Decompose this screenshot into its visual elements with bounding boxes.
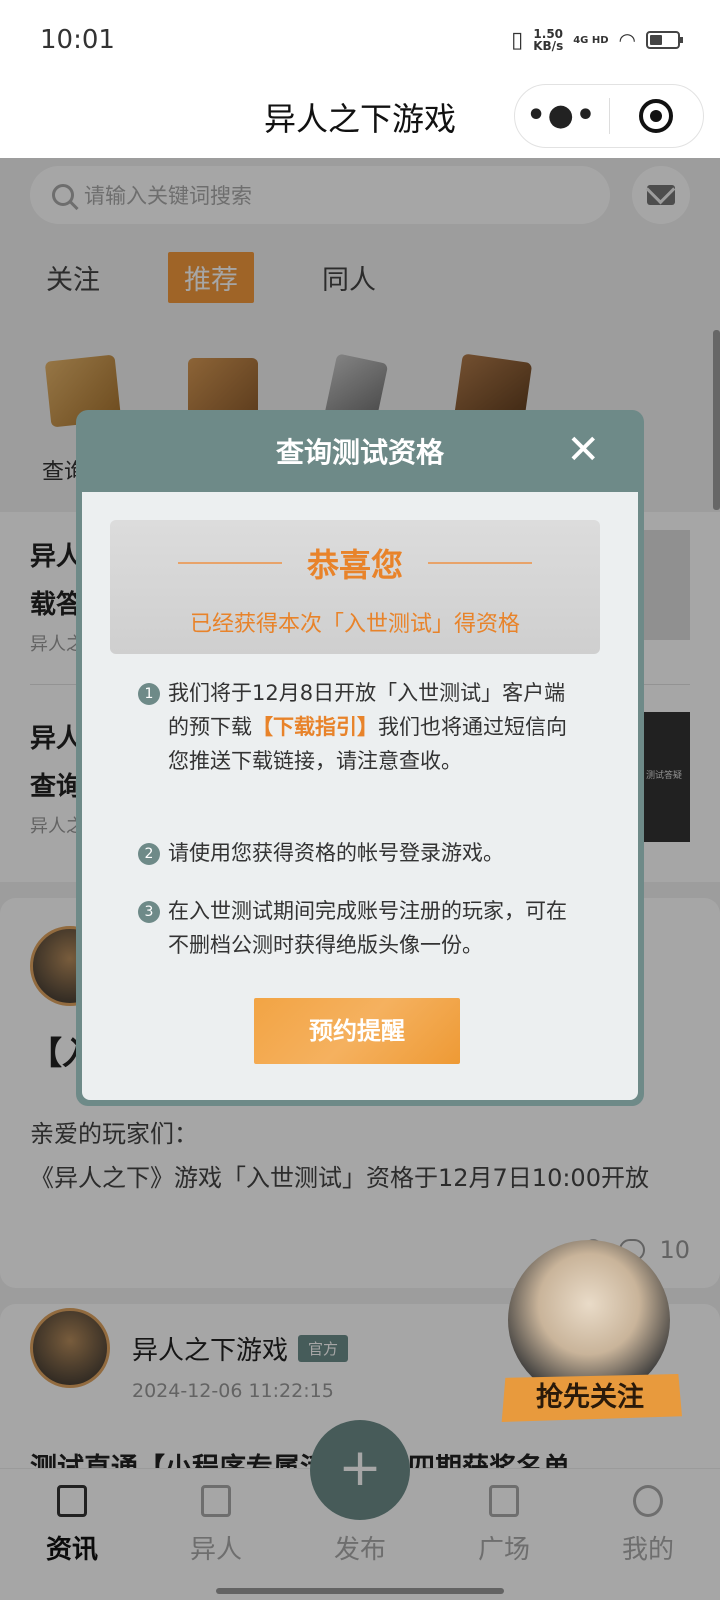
rule-item: 3 在入世测试期间完成账号注册的玩家，可在不删档公测时获得绝版头像一份。 bbox=[138, 894, 578, 962]
congrats-banner: 恭喜您 已经获得本次「入世测试」得资格 bbox=[110, 520, 600, 654]
rule-number: 1 bbox=[138, 683, 160, 705]
rule-item: 2 请使用您获得资格的帐号登录游戏。 bbox=[138, 836, 578, 870]
status-time: 10:01 bbox=[40, 25, 115, 55]
rule-text: 请使用您获得资格的帐号登录游戏。 bbox=[168, 841, 504, 865]
status-icons: ▯ 1.50 KB/s 4G HD ◠ bbox=[511, 27, 683, 53]
congrats-subtitle: 已经获得本次「入世测试」得资格 bbox=[189, 612, 520, 637]
rule-text: 我们将于12月8日开放「入世测试」客户端的预下载【下载指引】我们也将通过短信向您… bbox=[168, 681, 567, 773]
modal-header: 查询测试资格 ✕ bbox=[82, 410, 638, 492]
more-button[interactable]: •●• bbox=[515, 101, 609, 131]
reserve-reminder-button[interactable]: 预约提醒 bbox=[254, 998, 460, 1064]
network-speed: 1.50 KB/s bbox=[533, 27, 564, 53]
wifi-icon: ◠ bbox=[618, 28, 636, 52]
miniprogram-capsule: •●• bbox=[514, 84, 704, 148]
rule-number: 2 bbox=[138, 843, 160, 865]
promo-label: 抢先关注 bbox=[501, 1374, 682, 1422]
rule-item: 1 我们将于12月8日开放「入世测试」客户端的预下载【下载指引】我们也将通过短信… bbox=[138, 676, 578, 778]
decor-line bbox=[428, 562, 532, 564]
close-icon[interactable]: ✕ bbox=[566, 430, 600, 470]
modal-body: 恭喜您 已经获得本次「入世测试」得资格 1 我们将于12月8日开放「入世测试」客… bbox=[82, 492, 638, 1100]
rule-number: 3 bbox=[138, 901, 160, 923]
battery-icon bbox=[646, 31, 683, 49]
follow-promo[interactable]: 抢先关注 bbox=[490, 1240, 690, 1436]
vibrate-icon: ▯ bbox=[511, 27, 524, 53]
rule-text: 在入世测试期间完成账号注册的玩家，可在不删档公测时获得绝版头像一份。 bbox=[168, 899, 567, 957]
qualification-modal: 查询测试资格 ✕ 恭喜您 已经获得本次「入世测试」得资格 1 我们将于12月8日… bbox=[76, 410, 644, 1106]
cellular-icon: 4G HD bbox=[573, 34, 609, 46]
modal-title: 查询测试资格 bbox=[275, 436, 444, 469]
close-miniprogram-button[interactable] bbox=[610, 99, 704, 133]
title-bar: 异人之下游戏 •●• bbox=[0, 80, 720, 158]
status-bar: 10:01 ▯ 1.50 KB/s 4G HD ◠ bbox=[0, 0, 720, 80]
target-icon bbox=[639, 99, 674, 133]
download-guide-link[interactable]: 【下载指引】 bbox=[252, 715, 378, 739]
